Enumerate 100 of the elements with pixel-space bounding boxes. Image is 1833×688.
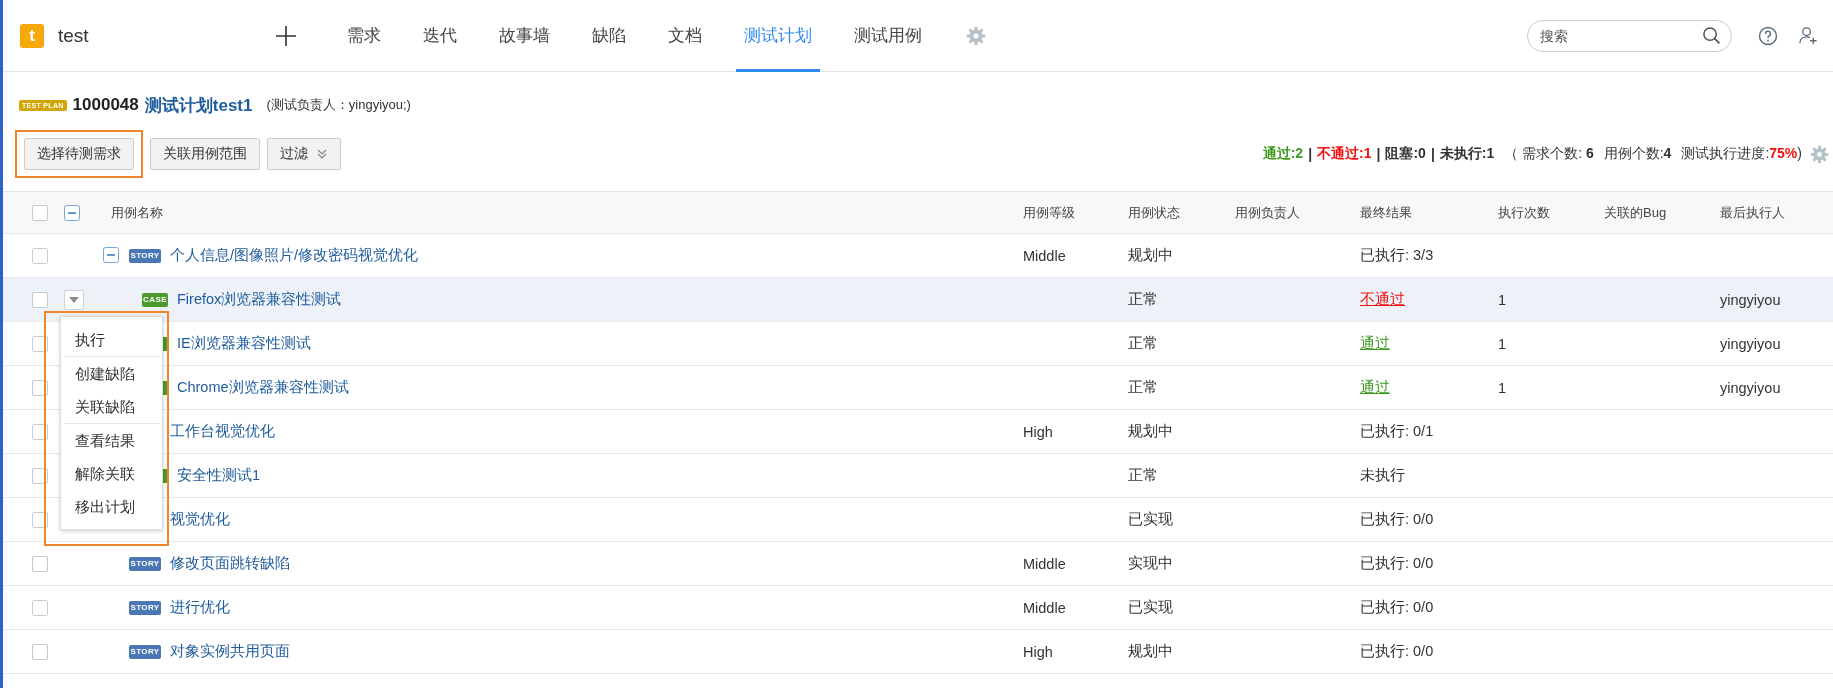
collapse-icon[interactable] (103, 247, 119, 263)
table-row[interactable]: STORY 修改页面跳转缺陷 Middle 实现中 已执行: 0/0 (3, 542, 1833, 586)
result-cell: 未执行 (1360, 466, 1405, 485)
column-header[interactable]: 用例名称 (101, 192, 1013, 233)
table-cell: 规划中 (1128, 422, 1173, 441)
checkbox[interactable] (32, 247, 48, 264)
case-tag: CASE (142, 292, 168, 307)
project-name[interactable]: test (58, 24, 89, 47)
result-cell: 已执行: 0/0 (1360, 554, 1434, 573)
result-cell: 已执行: 0/0 (1360, 642, 1434, 661)
item-name-link[interactable]: IE浏览器兼容性测试 (177, 334, 311, 353)
nav-tab[interactable]: 故事墙 (491, 0, 558, 72)
story-tag: STORY (129, 556, 161, 571)
stat-item: 通过:2 (1262, 145, 1304, 163)
item-name-link[interactable]: Chrome浏览器兼容性测试 (177, 378, 349, 397)
table-cell: 1 (1498, 291, 1507, 308)
menu-item[interactable]: 查看结果 (63, 424, 160, 457)
stat-item: 不通过:1 (1317, 145, 1372, 163)
action-button[interactable]: 关联用例范围 (150, 138, 260, 170)
item-name-link[interactable]: 进行优化 (170, 598, 230, 617)
settings-icon[interactable] (1810, 144, 1829, 164)
table-cell: Middle (1023, 555, 1066, 572)
stat-item: 阻塞:0 (1385, 145, 1426, 163)
add-user-icon[interactable] (1798, 25, 1819, 46)
collapse-icon[interactable] (64, 204, 80, 221)
table-cell: 规划中 (1128, 246, 1173, 265)
story-tag: STORY (129, 644, 161, 659)
checkbox[interactable] (32, 204, 48, 221)
item-name-link[interactable]: 个人信息/图像照片/修改密码视觉优化 (170, 246, 419, 265)
checkbox[interactable] (32, 291, 48, 308)
chevron-icon (316, 148, 328, 160)
stat-separator: | (1308, 146, 1313, 162)
stat-item: 未执行:1 (1439, 145, 1495, 163)
item-name-link[interactable]: 安全性测试1 (177, 466, 261, 485)
search-field[interactable]: 搜索 (1527, 19, 1732, 52)
column-header[interactable]: 执行次数 (1488, 192, 1594, 233)
story-tag: STORY (129, 248, 161, 263)
table-cell: 1 (1498, 335, 1507, 352)
stat-item: 测试执行进度:75%) (1681, 145, 1802, 163)
nav-tab[interactable]: 文档 (660, 0, 710, 72)
table-cell: 正常 (1128, 334, 1158, 353)
result-cell: 不通过 (1360, 290, 1405, 309)
story-tag: STORY (129, 600, 161, 615)
table-cell: yingyiyou (1720, 335, 1781, 352)
result-cell: 通过 (1360, 378, 1390, 397)
result-cell: 已执行: 3/3 (1360, 246, 1434, 265)
nav-tab[interactable]: 需求 (339, 0, 389, 72)
stat-item: （ 需求个数: 6 (1504, 145, 1594, 163)
result-cell: 已执行: 0/0 (1360, 510, 1434, 529)
table-cell: 已实现 (1128, 510, 1173, 529)
table-cell: High (1023, 643, 1053, 660)
table-cell: High (1023, 423, 1053, 440)
table-cell: 正常 (1128, 466, 1158, 485)
stat-item: 用例个数:4 (1603, 145, 1672, 163)
help-icon[interactable] (1758, 25, 1778, 46)
table-cell: 已实现 (1128, 598, 1173, 617)
table-cell: 正常 (1128, 290, 1158, 309)
table-row[interactable]: STORY 对象实例共用页面 High 规划中 已执行: 0/0 (3, 630, 1833, 674)
plan-owner: (测试负责人：yingyiyou;) (266, 96, 411, 114)
checkbox[interactable] (32, 643, 48, 660)
table-row[interactable]: CASE Firefox浏览器兼容性测试 正常 不通过 1 yingyiyou (3, 278, 1833, 322)
item-name-link[interactable]: 对象实例共用页面 (170, 642, 290, 661)
column-header[interactable]: 最终结果 (1350, 192, 1488, 233)
table-cell: Middle (1023, 599, 1066, 616)
stat-separator: | (1430, 146, 1435, 162)
action-button[interactable]: 选择待测需求 (24, 138, 134, 170)
item-name-link[interactable]: 工作台视觉优化 (170, 422, 275, 441)
row-menu-button[interactable] (64, 289, 84, 310)
table-cell: yingyiyou (1720, 291, 1781, 308)
column-header[interactable]: 用例状态 (1118, 192, 1225, 233)
filter-button[interactable]: 过滤 (267, 138, 341, 170)
table-cell: 实现中 (1128, 554, 1173, 573)
column-header[interactable]: 用例等级 (1013, 192, 1118, 233)
result-cell: 通过 (1360, 334, 1390, 353)
column-header[interactable]: 最后执行人 (1710, 192, 1833, 233)
nav-tab[interactable]: 缺陷 (584, 0, 634, 72)
stat-separator: | (1376, 146, 1381, 162)
item-name-link[interactable]: Firefox浏览器兼容性测试 (177, 290, 342, 309)
result-cell: 已执行: 0/0 (1360, 598, 1434, 617)
settings-icon[interactable] (966, 25, 986, 46)
result-cell: 已执行: 0/1 (1360, 422, 1434, 441)
table-row[interactable]: STORY 进行优化 Middle 已实现 已执行: 0/0 (3, 586, 1833, 630)
nav-tab[interactable]: 测试用例 (846, 0, 930, 72)
search-icon[interactable] (1702, 25, 1721, 45)
table-cell: 规划中 (1128, 642, 1173, 661)
add-icon[interactable] (275, 24, 297, 47)
item-name-link[interactable]: 修改页面跳转缺陷 (170, 554, 290, 573)
checkbox[interactable] (32, 599, 48, 616)
table-cell: 正常 (1128, 378, 1158, 397)
table-cell: Middle (1023, 247, 1066, 264)
nav-tab[interactable]: 迭代 (415, 0, 465, 72)
checkbox[interactable] (32, 555, 48, 572)
item-name-link[interactable]: 视觉优化 (170, 510, 230, 529)
nav-tab[interactable]: 测试计划 (736, 0, 820, 72)
table-cell: yingyiyou (1720, 379, 1781, 396)
plan-title[interactable]: 测试计划test1 (144, 93, 253, 117)
plan-id: 1000048 (72, 95, 139, 115)
column-header[interactable]: 用例负责人 (1225, 192, 1350, 233)
column-header[interactable]: 关联的Bug (1594, 192, 1710, 233)
caret-icon (69, 296, 79, 303)
